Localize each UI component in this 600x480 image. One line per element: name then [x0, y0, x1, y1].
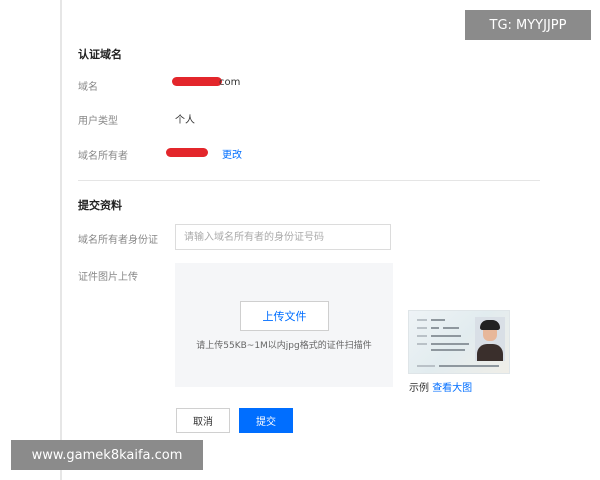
cancel-button[interactable]: 取消	[176, 408, 230, 433]
example-label: 示例	[409, 383, 429, 394]
domain-value-suffix: com	[219, 77, 241, 88]
id-number-label: 域名所有者身份证	[78, 235, 158, 246]
redacted-domain-mark	[172, 77, 222, 86]
upload-hint-text: 请上传55KB~1M以内jpg格式的证件扫描件	[196, 341, 372, 351]
section-title-domain: 认证域名	[78, 48, 122, 61]
submit-button[interactable]: 提交	[239, 408, 293, 433]
upload-dropzone[interactable]: 上传文件 请上传55KB~1M以内jpg格式的证件扫描件	[175, 263, 393, 387]
section-divider	[78, 180, 540, 181]
domain-label: 域名	[78, 82, 98, 93]
content-left-border	[60, 0, 62, 480]
tg-watermark: TG: MYYJJPP	[465, 10, 591, 40]
id-card-photo	[475, 317, 505, 361]
cert-image-label: 证件图片上传	[78, 272, 138, 283]
user-type-value: 个人	[175, 115, 195, 126]
id-number-input[interactable]	[175, 224, 391, 250]
view-large-image-link[interactable]: 查看大图	[432, 383, 472, 394]
id-card-example-image	[408, 310, 510, 374]
user-type-label: 用户类型	[78, 116, 118, 127]
site-watermark: www.gamek8kaifa.com	[11, 440, 203, 470]
redacted-owner-mark	[166, 148, 208, 157]
example-row: 示例 查看大图	[409, 379, 472, 394]
section-title-submit: 提交资料	[78, 199, 122, 212]
owner-label: 域名所有者	[78, 151, 128, 162]
change-owner-link[interactable]: 更改	[222, 146, 242, 161]
upload-file-button[interactable]: 上传文件	[240, 301, 329, 331]
